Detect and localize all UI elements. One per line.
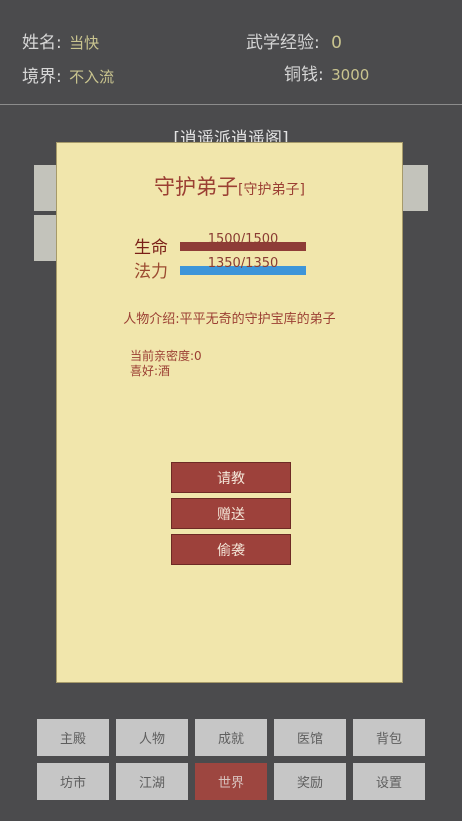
nav-settings[interactable]: 设置 — [353, 763, 425, 800]
background-tile[interactable] — [34, 215, 58, 261]
background-tile[interactable] — [402, 165, 428, 211]
realm-row: 境界: 不入流 — [22, 62, 114, 87]
npc-name: 守护弟子 — [154, 175, 239, 199]
sneak-attack-button[interactable]: 偷袭 — [171, 534, 291, 565]
nav-main-hall[interactable]: 主殿 — [37, 719, 109, 756]
nav-rewards[interactable]: 奖励 — [274, 763, 346, 800]
nav-character[interactable]: 人物 — [116, 719, 188, 756]
mp-bar: 1350/1350 — [180, 256, 306, 275]
hp-bar: 1500/1500 — [180, 232, 306, 251]
exp-value: 0 — [331, 33, 342, 53]
money-label: 铜钱: — [284, 65, 324, 85]
hp-text: 1500/1500 — [207, 232, 279, 247]
npc-tag: [守护弟子] — [238, 182, 305, 198]
nav-jianghu[interactable]: 江湖 — [116, 763, 188, 800]
npc-intro: 人物介绍:平平无奇的守护宝库的弟子 — [123, 312, 336, 327]
hp-label: 生命 — [134, 238, 168, 258]
npc-title: 守护弟子[守护弟子] — [57, 171, 402, 201]
exp-label: 武学经验: — [246, 33, 320, 53]
mp-label: 法力 — [134, 262, 168, 282]
npc-dialog: 守护弟子[守护弟子] 生命 1500/1500 法力 1350/1350 人物介… — [56, 142, 403, 683]
header-divider — [0, 104, 462, 105]
nav-clinic[interactable]: 医馆 — [274, 719, 346, 756]
name-label: 姓名: — [22, 33, 62, 53]
name-row: 姓名: 当快 — [22, 28, 99, 53]
name-value: 当快 — [69, 34, 100, 52]
mp-text: 1350/1350 — [207, 256, 279, 271]
consult-button[interactable]: 请教 — [171, 462, 291, 493]
realm-label: 境界: — [22, 67, 62, 87]
nav-achievements[interactable]: 成就 — [195, 719, 267, 756]
exp-row: 武学经验: 0 — [246, 28, 342, 53]
money-row: 铜钱: 3000 — [284, 60, 369, 85]
gift-button[interactable]: 赠送 — [171, 498, 291, 529]
nav-world[interactable]: 世界 — [195, 763, 267, 800]
preference-text: 喜好:酒 — [130, 364, 171, 378]
nav-backpack[interactable]: 背包 — [353, 719, 425, 756]
nav-market[interactable]: 坊市 — [37, 763, 109, 800]
realm-value: 不入流 — [69, 68, 115, 86]
money-value: 3000 — [331, 66, 370, 84]
intimacy-text: 当前亲密度:0 — [130, 349, 202, 363]
background-tile[interactable] — [34, 165, 58, 211]
